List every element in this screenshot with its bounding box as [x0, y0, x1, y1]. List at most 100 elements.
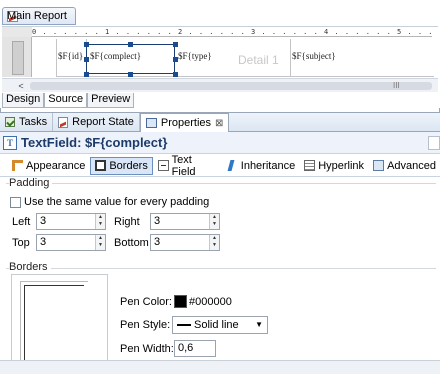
borders-group-label: Borders — [9, 261, 51, 273]
tab-tasks[interactable]: Tasks — [0, 113, 54, 131]
scroll-grip-icon: III — [393, 81, 400, 90]
pen-color-value[interactable]: #000000 — [189, 296, 232, 308]
tab-appearance-label: Appearance — [26, 159, 86, 172]
spinner-arrows-icon[interactable]: ▲ ▼ — [95, 214, 105, 229]
borders-preview[interactable] — [11, 274, 108, 374]
tab-text-field-label: Text Field — [171, 153, 196, 178]
spinner-arrows-icon[interactable]: ▲ ▼ — [209, 214, 219, 229]
pen-style-value: Solid line — [194, 319, 239, 331]
padding-top-label: Top — [12, 237, 30, 249]
chevron-down-icon: ▼ — [255, 320, 263, 329]
resize-handle[interactable] — [128, 42, 133, 47]
spinner-arrows-icon[interactable]: ▲ ▼ — [209, 235, 219, 250]
field-subject[interactable]: $F{subject} — [292, 51, 336, 61]
tasks-icon — [5, 117, 15, 127]
padding-top-value: 3 — [40, 236, 47, 248]
tab-inheritance-label: Inheritance — [240, 159, 296, 172]
tab-hyperlink[interactable]: Hyperlink — [300, 157, 368, 175]
resize-handle[interactable] — [84, 57, 89, 62]
page-title: TextField: $F{complect} — [21, 135, 168, 150]
resize-handle[interactable] — [173, 57, 178, 62]
column-divider — [290, 39, 291, 77]
resize-handle[interactable] — [84, 72, 89, 77]
band-handle[interactable] — [12, 41, 24, 75]
horizontal-scrollbar[interactable]: < III — [2, 78, 438, 92]
tab-report-state-label: Report State — [72, 116, 134, 128]
padding-group-label: Padding — [9, 178, 53, 189]
properties-content: Padding Use the same value for every pad… — [0, 178, 440, 374]
tab-properties[interactable]: Properties ⊠ — [139, 113, 230, 132]
appearance-icon — [12, 160, 23, 171]
tab-advanced-label: Advanced — [387, 159, 436, 172]
resize-handle[interactable] — [173, 72, 178, 77]
spinner-arrows-icon[interactable]: ▲ ▼ — [95, 235, 105, 250]
resize-handle[interactable] — [84, 42, 89, 47]
padding-left-value: 3 — [40, 215, 47, 227]
tab-design[interactable]: Design — [2, 93, 45, 108]
horizontal-ruler: 0 . . . . . . 1 . . . . . . 2 . . . . . … — [32, 28, 432, 37]
vertical-ruler — [2, 37, 32, 77]
tab-preview[interactable]: Preview — [87, 93, 135, 108]
padding-right-value: 3 — [154, 215, 161, 227]
padding-left-spinner[interactable]: 3 ▲ ▼ — [36, 213, 106, 230]
pen-width-input[interactable]: 0,6 — [174, 340, 216, 357]
section-tab-bar: Appearance Borders Text Field Inheritanc… — [0, 153, 440, 178]
padding-bottom-value: 3 — [154, 236, 161, 248]
tab-tasks-label: Tasks — [19, 116, 48, 128]
pen-style-select[interactable]: Solid line ▼ — [172, 316, 268, 334]
resize-handle[interactable] — [173, 42, 178, 47]
field-type[interactable]: $F{type} — [178, 51, 212, 61]
report-editor: Main Report 0 . . . . . . 1 . . . . . . … — [0, 0, 440, 108]
tab-report-state[interactable]: Report State — [53, 113, 140, 131]
padding-group-border — [6, 183, 436, 184]
editor-tab-main-report[interactable]: Main Report — [2, 7, 76, 25]
padding-bottom-label: Bottom — [114, 237, 149, 249]
scroll-thumb[interactable] — [30, 82, 432, 90]
pen-color-swatch[interactable] — [174, 295, 187, 308]
ruler-corner — [2, 27, 32, 37]
borders-group-border — [6, 268, 436, 269]
pen-width-label: Pen Width: — [120, 343, 174, 355]
tab-appearance[interactable]: Appearance — [8, 157, 89, 175]
scroll-left-icon[interactable]: < — [14, 80, 28, 92]
same-padding-label: Use the same value for every padding — [24, 196, 210, 208]
field-id[interactable]: $F{id} — [58, 51, 83, 61]
inheritance-icon — [227, 160, 238, 171]
text-field-type-icon: T — [3, 135, 17, 150]
advanced-icon — [373, 160, 385, 171]
header-toolbar-box[interactable] — [428, 136, 440, 150]
selected-element-outline[interactable] — [86, 44, 175, 74]
properties-view: Tasks Report State Properties ⊠ T TextFi… — [0, 112, 440, 374]
design-canvas[interactable]: 0 . . . . . . 1 . . . . . . 2 . . . . . … — [2, 26, 438, 78]
view-tab-bar: Tasks Report State Properties ⊠ — [0, 112, 440, 132]
tab-inheritance[interactable]: Inheritance — [223, 157, 299, 175]
bottom-scroll-region — [0, 360, 440, 374]
text-field-icon — [157, 160, 169, 171]
resize-handle[interactable] — [128, 72, 133, 77]
close-icon[interactable]: ⊠ — [215, 118, 223, 129]
tab-properties-label: Properties — [160, 117, 212, 129]
hyperlink-icon — [304, 160, 316, 171]
solid-line-icon — [177, 324, 191, 327]
tab-borders-label: Borders — [109, 159, 148, 172]
padding-bottom-spinner[interactable]: 3 ▲ ▼ — [150, 234, 220, 251]
properties-header: T TextField: $F{complect} — [0, 132, 440, 154]
same-padding-checkbox[interactable] — [10, 197, 21, 208]
properties-icon — [145, 118, 157, 128]
tab-text-field[interactable]: Text Field — [154, 153, 222, 178]
padding-right-label: Right — [114, 216, 140, 228]
editor-tab-label: Main Report — [7, 10, 67, 22]
padding-top-spinner[interactable]: 3 ▲ ▼ — [36, 234, 106, 251]
report-state-icon — [58, 116, 69, 128]
padding-left-label: Left — [12, 216, 31, 228]
borders-icon — [95, 160, 107, 171]
pen-style-label: Pen Style: — [120, 319, 171, 331]
pen-color-label: Pen Color: — [120, 296, 172, 308]
editor-subtabs: Design Source Preview — [2, 93, 135, 108]
padding-right-spinner[interactable]: 3 ▲ ▼ — [150, 213, 220, 230]
tab-hyperlink-label: Hyperlink — [318, 159, 365, 172]
band-watermark: Detail 1 — [238, 53, 279, 67]
tab-advanced[interactable]: Advanced — [369, 157, 440, 175]
tab-borders[interactable]: Borders — [90, 156, 153, 175]
tab-source[interactable]: Source — [44, 93, 88, 108]
